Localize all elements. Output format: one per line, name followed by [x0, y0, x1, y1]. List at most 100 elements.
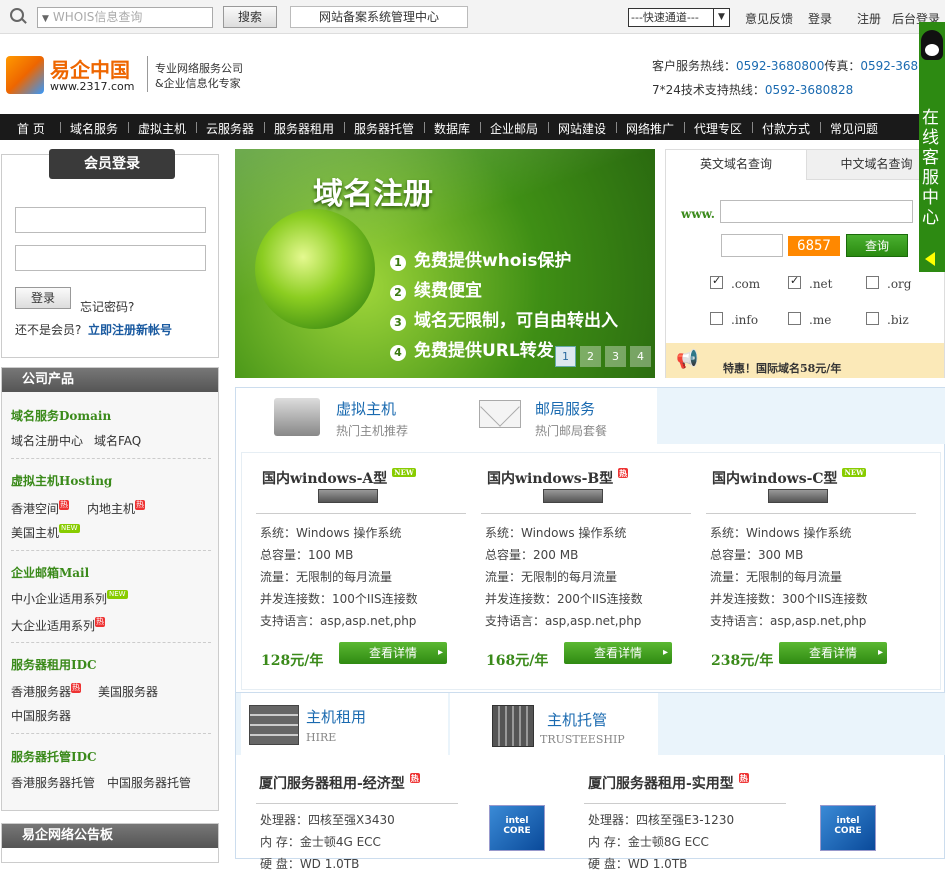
nav-database[interactable]: 数据库 [434, 120, 470, 137]
domain-input[interactable] [720, 200, 913, 223]
promo-text[interactable]: 特惠！国际域名58元/年 [723, 360, 841, 376]
nav-mail[interactable]: 企业邮局 [490, 120, 538, 137]
username-input[interactable] [15, 207, 206, 233]
tab-english-domain[interactable]: 英文域名查询 [666, 150, 806, 180]
product-link[interactable]: 域名注册中心 [11, 432, 83, 449]
view-details-button[interactable]: 查看详情 [339, 642, 447, 664]
intel-core-icon: intel CORE [820, 805, 876, 851]
www-prefix: www. [681, 207, 715, 221]
banner-page-4[interactable]: 4 [630, 346, 651, 367]
view-details-button[interactable]: 查看详情 [564, 642, 672, 664]
nav-faq[interactable]: 常见问题 [830, 120, 878, 137]
banner-page-2[interactable]: 2 [580, 346, 601, 367]
megaphone-icon: 📢 [676, 349, 699, 370]
server-panel: 主机租用 HIRE 主机托管 TRUSTEESHIP 厦门服务器租用-经济型 热… [235, 692, 945, 871]
register-link[interactable]: 注册 [857, 10, 881, 27]
category-server-rent[interactable]: 服务器租用IDC [11, 656, 97, 673]
nav-agent[interactable]: 代理专区 [694, 120, 742, 137]
password-input[interactable] [15, 245, 206, 271]
tab-mail-service[interactable]: 邮局服务 热门邮局套餐 [449, 387, 657, 444]
quick-select[interactable]: ---快速通道--- ▼ [628, 8, 730, 27]
server-title[interactable]: 厦门服务器租用-经济型 热 [259, 773, 420, 793]
register-new-link[interactable]: 立即注册新帐号 [88, 321, 172, 338]
category-domain[interactable]: 域名服务Domain [11, 407, 111, 424]
server-title[interactable]: 厦门服务器租用-实用型 热 [588, 773, 749, 793]
site-logo[interactable]: 易企中国 www.2317.com 专业网络服务公司 &企业信息化专家 [2, 52, 259, 98]
banner-page-1[interactable]: 1 [555, 346, 576, 367]
plan-title[interactable]: 国内windows-C型 NEW [712, 468, 867, 488]
nav-promo[interactable]: 网络推广 [626, 120, 674, 137]
product-link[interactable]: 中国服务器托管 [107, 774, 191, 791]
product-link[interactable]: 域名FAQ [94, 432, 141, 449]
nav-server-hosting[interactable]: 服务器托管 [354, 120, 414, 137]
nav-hosting[interactable]: 虚拟主机 [138, 120, 186, 137]
tab-server-rent[interactable]: 主机租用 HIRE [241, 693, 448, 755]
tld-com-checkbox[interactable] [710, 274, 723, 289]
plan-price: 238元/年 [711, 653, 774, 669]
banner-point: 2 续费便宜 [390, 276, 482, 301]
tab-virtual-hosting[interactable]: 虚拟主机 热门主机推荐 [236, 388, 449, 446]
beian-link[interactable]: 网站备案系统管理中心 [290, 6, 468, 28]
server-icon [543, 489, 603, 503]
tld-me-checkbox[interactable] [788, 312, 801, 325]
banner-page-3[interactable]: 3 [605, 346, 626, 367]
banner-point: 4 免费提供URL转发 [390, 336, 554, 361]
product-link[interactable]: 中小企业适用系列 NEW [11, 590, 128, 607]
server-icon [318, 489, 378, 503]
forgot-password-link[interactable]: 忘记密码? [80, 298, 134, 315]
products-panel: 公司产品 域名服务Domain 域名注册中心 域名FAQ 虚拟主机Hosting… [1, 367, 219, 811]
tld-net-checkbox[interactable] [788, 274, 801, 289]
nav-server-rent[interactable]: 服务器租用 [274, 120, 334, 137]
login-link[interactable]: 登录 [808, 10, 832, 27]
online-service-text: 在线客服中心 [922, 108, 939, 228]
nav-domain[interactable]: 域名服务 [70, 120, 118, 137]
product-link[interactable]: 美国主机 NEW [11, 524, 80, 541]
plan-title[interactable]: 国内windows-B型 热 [487, 468, 629, 488]
product-link[interactable]: 香港空间热 [11, 500, 70, 517]
product-link[interactable]: 内地主机热 [87, 500, 146, 517]
nav-home[interactable]: 首 页 [17, 120, 45, 137]
product-link[interactable]: 中国服务器 [11, 707, 71, 724]
nav-web[interactable]: 网站建设 [558, 120, 606, 137]
new-badge: NEW [59, 524, 80, 533]
hot-badge: 热 [409, 773, 420, 783]
whois-search-input[interactable]: ▼ WHOIS信息查询 [37, 7, 213, 28]
tld-org-checkbox[interactable] [866, 276, 879, 289]
captcha-image[interactable]: 6857 [788, 236, 840, 256]
product-link[interactable]: 大企业适用系列热 [11, 617, 106, 634]
hot-badge: 热 [618, 468, 629, 478]
product-link[interactable]: 香港服务器热 [11, 683, 82, 700]
nav-cloud[interactable]: 云服务器 [206, 120, 254, 137]
banner-title: 域名注册 [313, 177, 433, 212]
tld-biz-checkbox[interactable] [866, 312, 879, 325]
online-service-widget[interactable]: 在线客服中心 [919, 22, 945, 272]
captcha-input[interactable] [721, 234, 783, 257]
plan-price: 168元/年 [486, 653, 549, 669]
notice-panel: 易企网络公告板 [1, 823, 219, 863]
domain-banner[interactable]: 域名注册 1 免费提供whois保护 2 续费便宜 3 域名无限制，可自由转出入 4免… [235, 149, 655, 378]
login-title: 会员登录 [49, 149, 175, 179]
tld-info-checkbox[interactable] [710, 312, 723, 325]
nav-payment[interactable]: 付款方式 [762, 120, 810, 137]
search-button[interactable]: 搜索 [223, 6, 277, 28]
category-hosting[interactable]: 虚拟主机Hosting [11, 472, 112, 489]
collapse-arrow-icon[interactable] [925, 252, 935, 266]
feedback-link[interactable]: 意见反馈 [745, 10, 793, 27]
support-hotline: 7*24技术支持热线：0592-3680828 [652, 83, 854, 97]
top-bar: ▼ WHOIS信息查询 搜索 网站备案系统管理中心 ---快速通道--- ▼ 意见反… [0, 0, 945, 34]
envelope-icon [479, 387, 521, 428]
login-button[interactable]: 登录 [15, 287, 71, 309]
product-link[interactable]: 美国服务器 [98, 683, 158, 700]
login-panel: 会员登录 登录 忘记密码? 还不是会员? 立即注册新帐号 [1, 149, 219, 358]
view-details-button[interactable]: 查看详情 [779, 642, 887, 664]
category-mail[interactable]: 企业邮箱Mail [11, 564, 89, 581]
tab-server-hosting[interactable]: 主机托管 TRUSTEESHIP [450, 693, 658, 755]
category-server-hosting[interactable]: 服务器托管IDC [11, 748, 97, 765]
hosting-panel: 虚拟主机 热门主机推荐 邮局服务 热门邮局套餐 国内windows-A型 NEW… [235, 387, 945, 693]
promo-bar: 📢 特惠！国际域名58元/年 [666, 343, 944, 378]
domain-query-button[interactable]: 查询 [846, 234, 908, 257]
plan-title[interactable]: 国内windows-A型 NEW [262, 468, 416, 488]
product-link[interactable]: 香港服务器托管 [11, 774, 95, 791]
products-title: 公司产品 [2, 368, 218, 392]
hot-badge: 热 [59, 500, 70, 510]
